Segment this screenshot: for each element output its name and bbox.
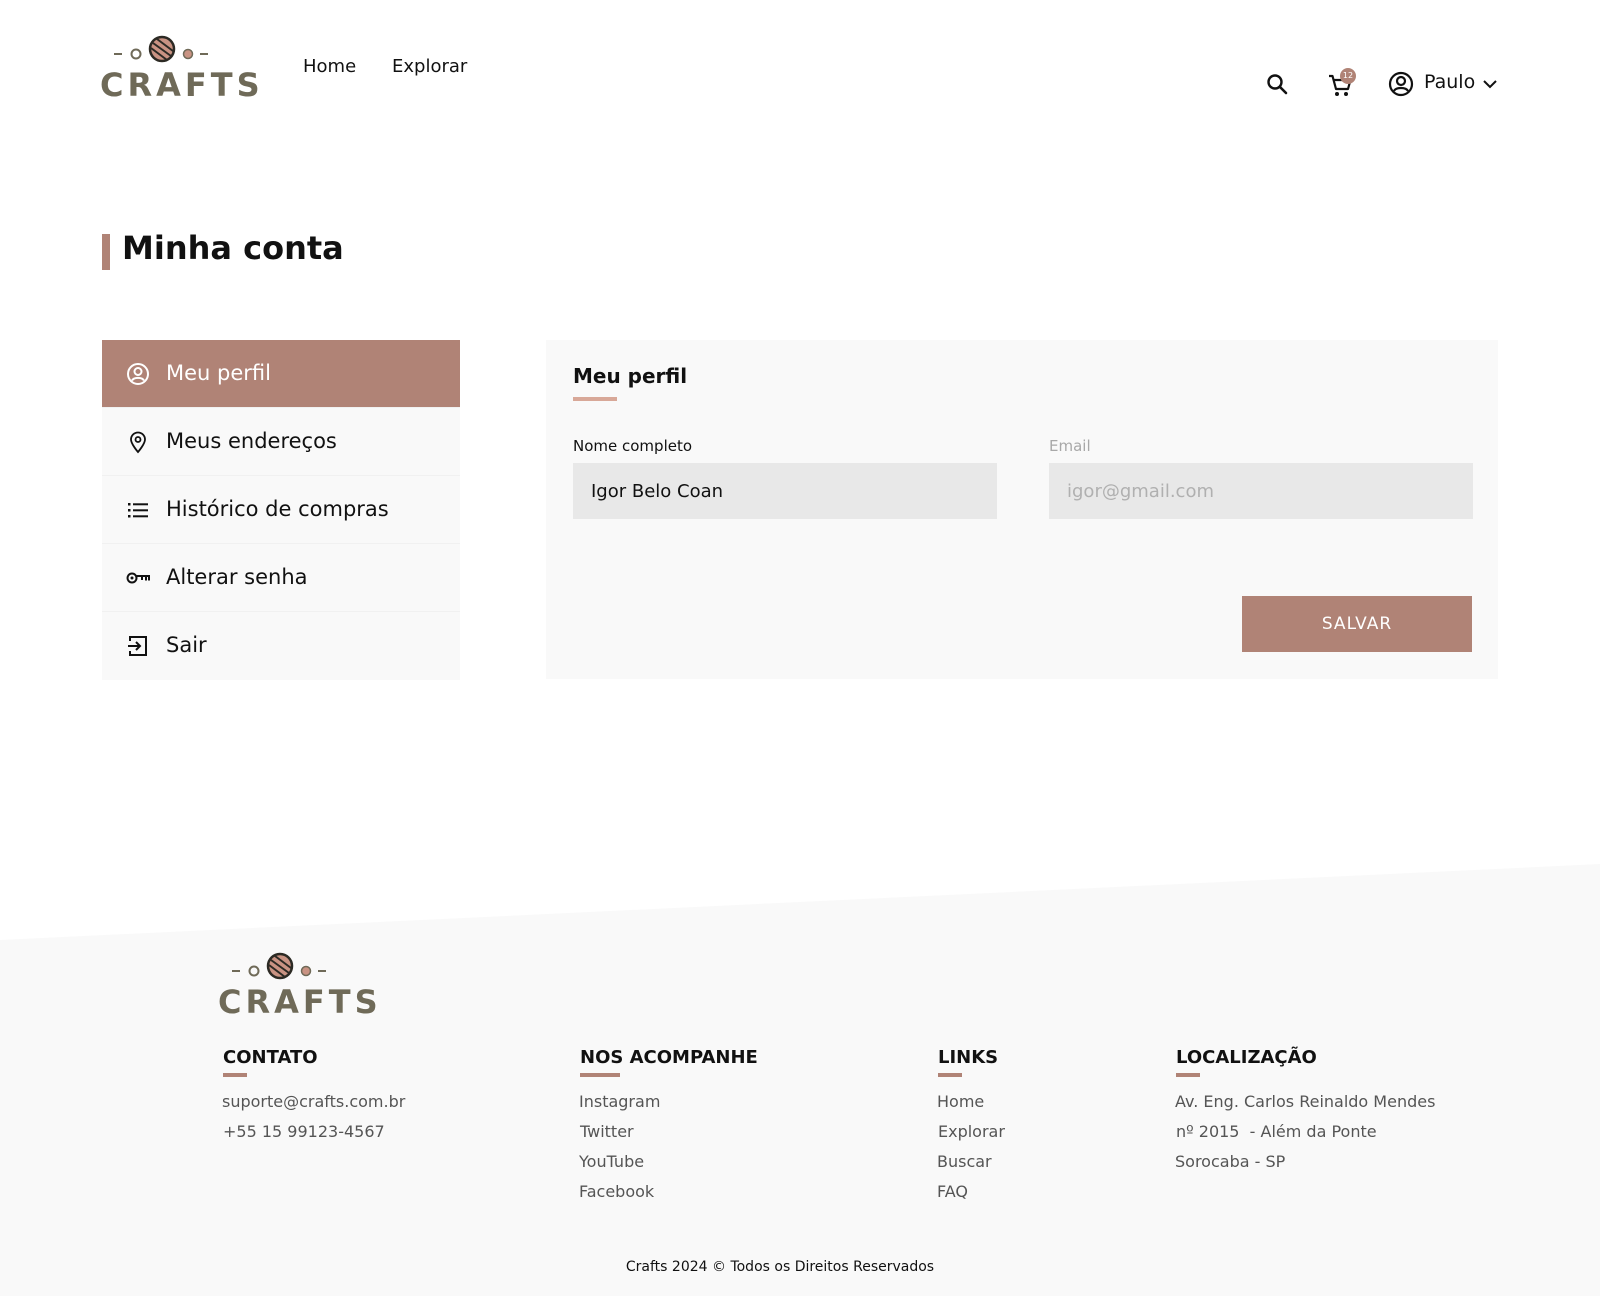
header-logo[interactable]: CRAFTS <box>100 34 260 104</box>
footer-link-twitter[interactable]: Twitter <box>580 1122 634 1141</box>
footer-heading-links: LINKS <box>938 1047 999 1068</box>
title-underline <box>573 397 617 401</box>
search-icon[interactable] <box>1265 72 1289 96</box>
sidebar-item-meus-enderecos[interactable]: Meus endereços <box>102 408 460 476</box>
save-button[interactable]: SALVAR <box>1242 596 1472 652</box>
footer-heading-underline <box>938 1073 962 1077</box>
sidebar-item-meu-perfil[interactable]: Meu perfil <box>102 340 460 408</box>
sidebar-item-alterar-senha[interactable]: Alterar senha <box>102 544 460 612</box>
footer-contact-email: suporte@crafts.com.br <box>222 1092 406 1111</box>
footer-link-instagram[interactable]: Instagram <box>579 1092 660 1111</box>
footer-logo[interactable]: CRAFTS <box>218 951 378 1021</box>
sidebar-item-label: Alterar senha <box>166 565 308 589</box>
logo-wordmark: CRAFTS <box>218 983 382 1021</box>
footer-address-line-2: nº 2015 - Além da Ponte <box>1176 1122 1377 1141</box>
email-input[interactable] <box>1049 463 1473 519</box>
sidebar-item-label: Histórico de compras <box>166 497 389 521</box>
footer-heading-nos-acompanhe: NOS ACOMPANHE <box>580 1047 758 1068</box>
full-name-input[interactable] <box>573 463 997 519</box>
footer-link-home[interactable]: Home <box>937 1092 984 1111</box>
sidebar-item-sair[interactable]: Sair <box>102 612 460 680</box>
chevron-down-icon <box>1483 80 1497 89</box>
sidebar-item-label: Sair <box>166 633 207 657</box>
user-circle-icon <box>127 363 149 385</box>
account-sidebar: Meu perfil Meus endereços Histórico de c… <box>102 340 460 680</box>
nav-home[interactable]: Home <box>303 56 356 77</box>
cart-count-badge: 12 <box>1340 68 1356 84</box>
profile-panel: Meu perfil Nome completo Email SALVAR <box>546 340 1498 679</box>
title-accent-bar <box>102 234 110 270</box>
full-name-label: Nome completo <box>573 437 693 455</box>
profile-panel-title: Meu perfil <box>573 364 688 388</box>
footer-link-facebook[interactable]: Facebook <box>579 1182 654 1201</box>
page-title: Minha conta <box>122 229 344 267</box>
footer-address-line-3: Sorocaba - SP <box>1175 1152 1286 1171</box>
sidebar-item-label: Meu perfil <box>166 361 271 385</box>
footer-heading-underline <box>1176 1073 1200 1077</box>
footer-heading-underline <box>580 1073 620 1077</box>
yarn-ball-logo-icon <box>114 35 208 63</box>
site-header: CRAFTS Home Explorar 12 Paulo <box>0 0 1600 150</box>
copyright-text: Crafts 2024 © Todos os Direitos Reservad… <box>625 1259 935 1275</box>
sidebar-item-historico-de-compras[interactable]: Histórico de compras <box>102 476 460 544</box>
nav-explorar[interactable]: Explorar <box>392 56 467 77</box>
key-icon <box>126 572 150 584</box>
sidebar-item-label: Meus endereços <box>166 429 337 453</box>
user-circle-icon <box>1388 71 1414 97</box>
user-menu[interactable]: Paulo <box>1388 68 1500 100</box>
footer-heading-underline <box>223 1073 247 1077</box>
logout-icon <box>128 636 147 656</box>
footer-address-line-1: Av. Eng. Carlos Reinaldo Mendes <box>1175 1092 1436 1111</box>
user-name: Paulo <box>1424 71 1476 93</box>
footer-link-faq[interactable]: FAQ <box>937 1182 968 1201</box>
footer-heading-contato: CONTATO <box>223 1047 318 1068</box>
list-icon <box>128 503 148 518</box>
footer-link-buscar[interactable]: Buscar <box>937 1152 992 1171</box>
footer-link-explorar[interactable]: Explorar <box>938 1122 1005 1141</box>
footer-heading-localizacao: LOCALIZAÇÃO <box>1176 1047 1317 1068</box>
email-label: Email <box>1049 437 1091 455</box>
yarn-ball-logo-icon <box>232 952 326 980</box>
logo-wordmark: CRAFTS <box>100 66 264 104</box>
footer-contact-phone: +55 15 99123-4567 <box>223 1122 385 1141</box>
footer-link-youtube[interactable]: YouTube <box>579 1152 644 1171</box>
location-pin-icon <box>130 431 146 454</box>
